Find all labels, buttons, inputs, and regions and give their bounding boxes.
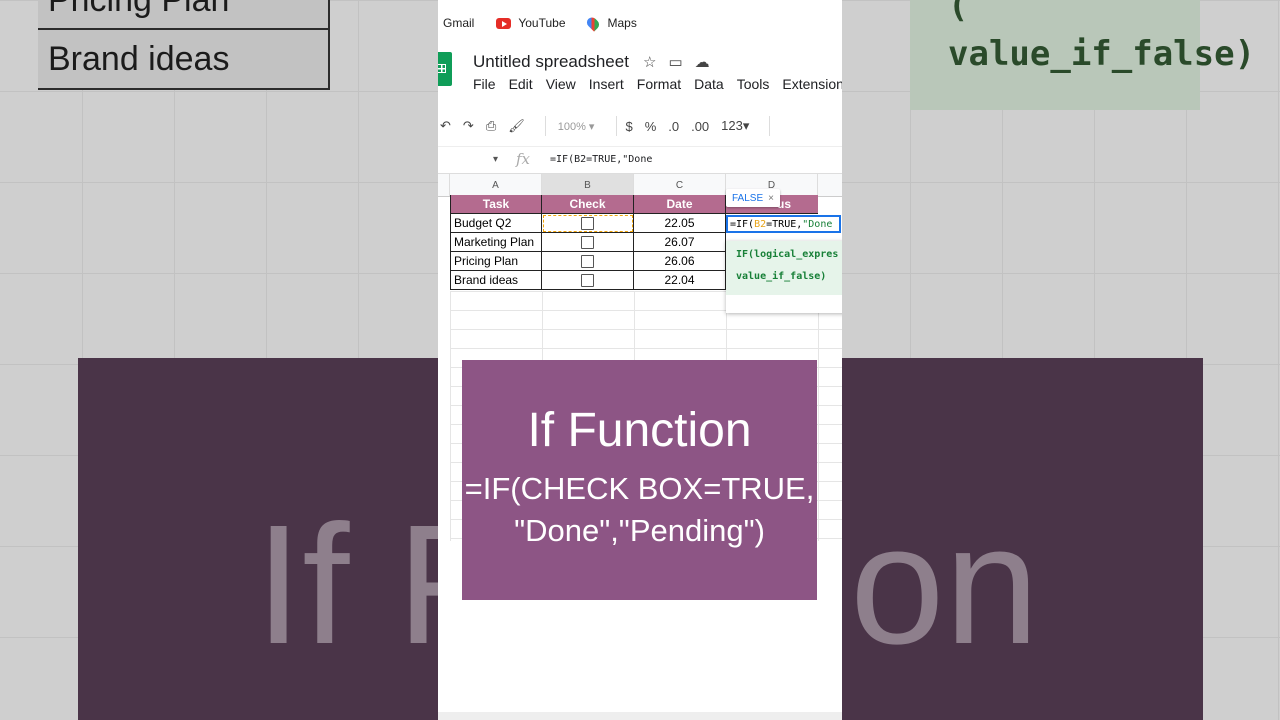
overlay-formula-line1: =IF(CHECK BOX=TRUE, [464,471,815,506]
menu-data[interactable]: Data [694,76,724,98]
sheets-logo-icon[interactable] [438,52,452,86]
name-box-dropdown-icon[interactable]: ▾ [438,154,498,165]
active-cell-editor[interactable]: =IF(B2 =TRUE, "Done [726,215,841,233]
check-cell[interactable] [542,214,634,233]
check-cell[interactable] [542,233,634,252]
bookmark-gmail[interactable]: Gmail [443,16,474,30]
document-title[interactable]: Untitled spreadsheet [473,52,629,72]
percent-button[interactable]: % [645,119,657,134]
checkbox[interactable] [581,216,594,230]
increase-decimal-button[interactable]: .00 [691,119,709,134]
star-icon[interactable]: ☆ [643,54,668,71]
bg-formula-hint: ( value_if_false) [910,0,1255,110]
date-cell[interactable]: 26.07 [634,233,726,252]
menu-extensions[interactable]: Extensions [782,76,842,98]
redo-icon[interactable]: ↷ [463,118,474,134]
check-cell[interactable] [542,252,634,271]
checkbox[interactable] [581,273,594,287]
bookmark-youtube[interactable]: YouTube [496,16,566,30]
youtube-icon [496,17,512,29]
overlay-card: If Function =IF(CHECK BOX=TRUE, "Done","… [462,360,817,600]
formula-help-arg: value_if_false) [736,271,827,282]
menu-format[interactable]: Format [637,76,681,98]
bookmark-maps[interactable]: Maps [584,14,637,32]
toolbar: ↶ ↷ ⎙ 🖌 100% ▾ $ % .0 .00 123▾ [438,106,842,146]
number-format-button[interactable]: 123▾ [721,118,749,134]
formula-bar: ▾ fx =IF(B2=TRUE,"Done [438,146,842,171]
undo-icon[interactable]: ↶ [440,118,451,134]
bg-cell-pricing-plan: Pricing Plan [38,0,330,30]
bottom-bar [438,712,842,720]
formula-condition-text: =TRUE, [766,218,803,230]
bookmarks-bar: Gmail YouTube Maps [438,0,842,46]
task-cell[interactable]: Brand ideas [450,271,542,290]
overlay-title: If Function [527,404,752,457]
cloud-status-icon[interactable]: ☁ [695,54,722,71]
menu-view[interactable]: View [546,76,576,98]
checkbox[interactable] [581,235,594,249]
task-cell[interactable]: Marketing Plan [450,233,542,252]
select-all-corner[interactable] [438,174,450,196]
date-cell[interactable]: 26.06 [634,252,726,271]
header-task[interactable]: Task [450,195,542,214]
column-header-e[interactable] [818,174,842,196]
checkbox[interactable] [581,254,594,268]
column-header-b[interactable]: B [542,174,634,196]
spreadsheet-grid: A B C D Task Check Date us Budget Q2 22.… [438,173,842,541]
maps-icon [584,14,601,32]
formula-fn-text: =IF( [730,218,755,230]
date-cell[interactable]: 22.04 [634,271,726,290]
paint-format-icon[interactable]: 🖌 [508,118,525,134]
check-cell[interactable] [542,271,634,290]
value-preview-label: FALSE [732,192,764,204]
toolbar-divider [769,116,771,136]
close-icon[interactable]: × [768,193,774,204]
fx-icon: fx [516,150,531,168]
toolbar-divider [616,116,618,136]
menu-bar: File Edit View Insert Format Data Tools … [438,76,842,98]
column-headers: A B C D [438,173,842,197]
column-header-a[interactable]: A [450,174,542,196]
currency-button[interactable]: $ [625,119,632,134]
bookmark-label: Gmail [443,16,475,30]
formula-input[interactable]: =IF(B2=TRUE,"Done [550,154,652,165]
header-check[interactable]: Check [542,195,634,214]
toolbar-divider [544,116,546,136]
formula-help-signature: IF(logical_expres [736,249,839,260]
bookmark-label: YouTube [518,16,566,30]
menu-insert[interactable]: Insert [589,76,624,98]
task-cell[interactable]: Pricing Plan [450,252,542,271]
menu-file[interactable]: File [473,76,496,98]
phone-screen: Gmail YouTube Maps Untitled spreadsheet … [438,0,842,720]
bg-cell-brand-ideas: Brand ideas [38,30,330,90]
decrease-decimal-button[interactable]: .0 [668,119,679,134]
task-cell[interactable]: Budget Q2 [450,214,542,233]
date-cell[interactable]: 22.05 [634,214,726,233]
move-folder-icon[interactable]: ▭ [668,54,694,71]
print-icon[interactable]: ⎙ [486,118,496,134]
sheets-titlebar: Untitled spreadsheet ☆▭☁ [438,46,842,86]
overlay-formula-line2: "Done","Pending") [514,513,765,548]
menu-tools[interactable]: Tools [737,76,770,98]
bg-big-text-right: on [850,490,1040,680]
header-date[interactable]: Date [634,195,726,214]
overlay-formula: =IF(CHECK BOX=TRUE, "Done","Pending") [462,468,817,552]
zoom-select[interactable]: 100% ▾ [558,120,595,133]
formula-string-text: "Done [802,218,833,230]
value-preview-chip: FALSE × [726,189,780,207]
bookmark-label: Maps [607,16,637,30]
column-header-c[interactable]: C [634,174,726,196]
formula-cell-ref: B2 [754,218,767,230]
formula-help-popup: IF(logical_expres value_if_false) [726,241,842,313]
menu-edit[interactable]: Edit [509,76,533,98]
title-icons: ☆▭☁ [643,53,722,71]
